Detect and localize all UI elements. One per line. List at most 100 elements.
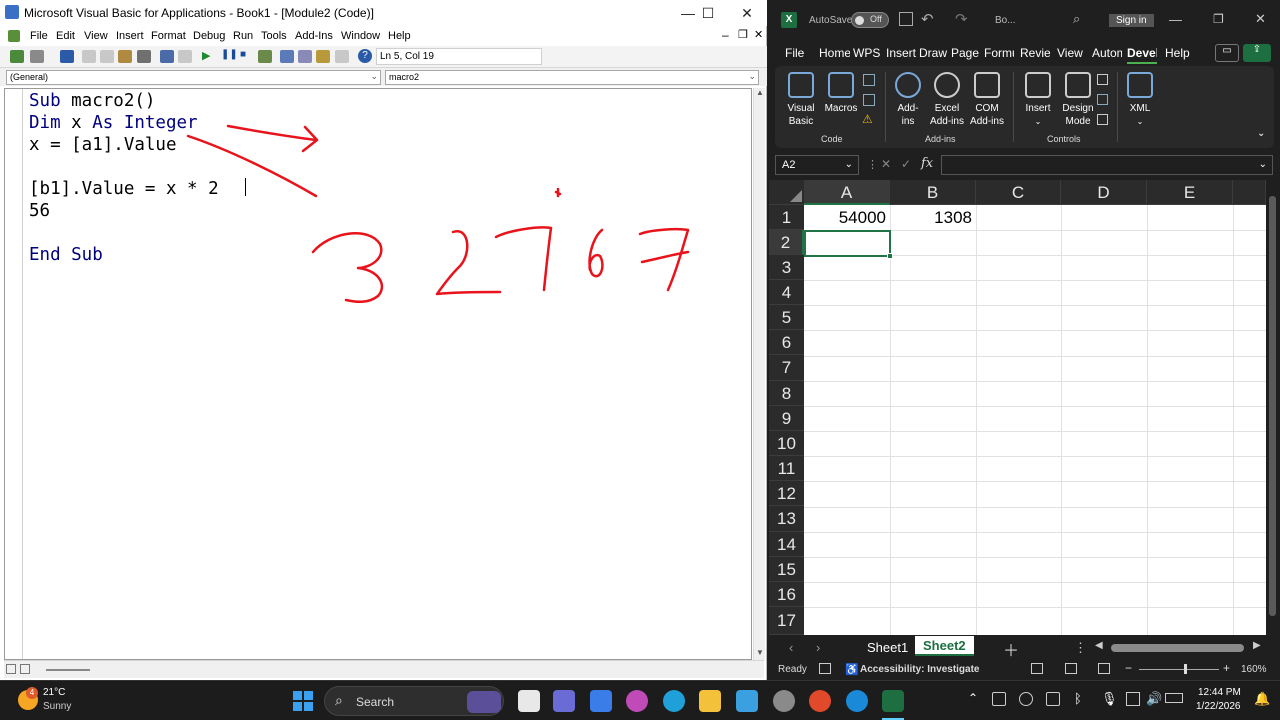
paste-icon[interactable] <box>118 50 132 63</box>
vertical-scrollbar[interactable]: ▲ ▼ <box>753 88 765 660</box>
run-dialog-icon[interactable] <box>1097 114 1108 125</box>
close-icon[interactable]: ✕ <box>1255 11 1266 27</box>
properties-window-icon[interactable] <box>298 50 312 63</box>
notification-bell-icon[interactable]: 🔔 <box>1254 691 1270 707</box>
minimize-icon[interactable]: — <box>1169 12 1182 27</box>
restore-icon[interactable]: ❐ <box>1213 12 1224 26</box>
menu-debug[interactable]: Debug <box>193 30 225 42</box>
column-header-e[interactable]: E <box>1147 180 1233 205</box>
cell-b1[interactable]: 1308 <box>892 208 972 228</box>
clock-time[interactable]: 12:44 PM <box>1198 687 1241 698</box>
menu-file[interactable]: File <box>30 30 48 42</box>
menu-window[interactable]: Window <box>341 30 380 42</box>
next-sheet-icon[interactable]: › <box>816 640 820 655</box>
menu-view[interactable]: View <box>84 30 108 42</box>
meet-now-icon[interactable] <box>1019 692 1033 706</box>
page-layout-view-icon[interactable] <box>1065 663 1077 674</box>
edge-icon[interactable] <box>663 690 685 712</box>
tab-help[interactable]: Help <box>1165 46 1190 60</box>
macro-security-icon[interactable]: ⚠ <box>862 112 873 126</box>
select-all-corner[interactable] <box>769 180 804 205</box>
autosave-toggle[interactable]: Off <box>851 12 889 28</box>
name-box[interactable]: A2 ⌄ <box>775 155 859 175</box>
zoom-level[interactable]: 160% <box>1241 664 1267 675</box>
visual-basic-button[interactable]: Visual Basic <box>781 72 821 128</box>
break-icon[interactable]: ❚❚ <box>221 49 238 60</box>
properties-icon[interactable] <box>1097 74 1108 85</box>
scroll-up-icon[interactable]: ▲ <box>756 88 764 97</box>
sheet-tab-sheet2[interactable]: Sheet2 <box>915 636 974 656</box>
relative-references-icon[interactable] <box>863 94 875 106</box>
row-header-16[interactable]: 16 <box>769 582 804 607</box>
confirm-entry-icon[interactable]: ✓ <box>901 157 911 171</box>
sync-icon[interactable] <box>1046 692 1060 706</box>
save-icon[interactable] <box>60 50 74 63</box>
menu-edit[interactable]: Edit <box>56 30 75 42</box>
meet-app-icon[interactable] <box>846 690 868 712</box>
microsoft-store-icon[interactable] <box>590 690 612 712</box>
row-header-6[interactable]: 6 <box>769 330 804 355</box>
mdi-minimize-icon[interactable]: – <box>722 28 729 42</box>
zoom-slider-thumb[interactable] <box>1184 664 1187 674</box>
copy-icon[interactable] <box>100 50 114 63</box>
battery-icon[interactable] <box>1165 693 1183 703</box>
maximize-button[interactable]: ☐ <box>688 0 728 26</box>
design-mode-icon[interactable] <box>258 50 272 63</box>
cell-area[interactable]: 54000 1308 <box>804 205 1266 635</box>
cancel-entry-icon[interactable]: ✕ <box>881 157 891 171</box>
page-break-preview-icon[interactable] <box>1098 663 1110 674</box>
code-line-8[interactable]: End Sub <box>29 245 103 265</box>
cell-a1[interactable]: 54000 <box>806 208 886 228</box>
run-icon[interactable]: ▶ <box>202 49 210 62</box>
weather-temperature[interactable]: 21°C <box>43 687 65 698</box>
macros-button[interactable]: Macros <box>821 72 861 115</box>
tab-view[interactable]: View <box>1057 46 1083 60</box>
code-line-3[interactable]: x = [a1].Value <box>29 135 177 155</box>
xml-button[interactable]: XML ⌄ <box>1125 72 1155 128</box>
column-header-b[interactable]: B <box>890 180 976 205</box>
row-header-14[interactable]: 14 <box>769 532 804 557</box>
code-margin-indicator-bar[interactable] <box>5 89 23 659</box>
weather-description[interactable]: Sunny <box>43 701 71 712</box>
tab-file[interactable]: File <box>785 46 804 60</box>
object-dropdown[interactable]: (General) ⌄ <box>6 70 381 85</box>
view-code-icon[interactable] <box>1097 94 1108 105</box>
sign-in-button[interactable]: Sign in <box>1109 14 1154 27</box>
menu-format[interactable]: Format <box>151 30 186 42</box>
record-macro-icon[interactable] <box>863 74 875 86</box>
volume-icon[interactable]: 🔊 <box>1146 691 1162 707</box>
design-mode-button[interactable]: Design Mode <box>1059 72 1097 128</box>
mdi-restore-icon[interactable]: ❐ <box>738 28 748 41</box>
tab-developer[interactable]: Devel <box>1127 46 1157 64</box>
normal-view-icon[interactable] <box>1031 663 1043 674</box>
tab-insert[interactable]: Insert <box>886 46 916 60</box>
row-header-17[interactable]: 17 <box>769 607 804 635</box>
scroll-thumb[interactable] <box>46 669 90 671</box>
tab-draw[interactable]: Draw <box>919 46 947 60</box>
column-header-a[interactable]: A <box>804 180 890 205</box>
com-add-ins-button[interactable]: COM Add-ins <box>967 72 1007 128</box>
procedure-dropdown[interactable]: macro2 ⌄ <box>385 70 759 85</box>
excel-taskbar-icon[interactable] <box>882 690 904 712</box>
row-header-9[interactable]: 9 <box>769 406 804 431</box>
view-excel-icon[interactable] <box>10 50 24 63</box>
zoom-in-icon[interactable]: + <box>1223 661 1230 675</box>
task-view-icon[interactable] <box>518 690 540 712</box>
clock-date[interactable]: 1/22/2026 <box>1196 701 1241 712</box>
row-header-8[interactable]: 8 <box>769 381 804 406</box>
tray-app-icon[interactable] <box>992 692 1006 706</box>
code-line-2[interactable]: Dim x As Integer <box>29 113 198 133</box>
undo-icon[interactable]: ↶ <box>921 10 934 28</box>
taskbar-search-box[interactable]: ⌕ Search <box>324 686 504 716</box>
code-editor[interactable]: Sub macro2() Dim x As Integer x = [a1].V… <box>4 88 752 660</box>
settings-gear-icon[interactable] <box>773 690 795 712</box>
sheet-vertical-scrollbar[interactable] <box>1266 180 1280 635</box>
excel-add-ins-button[interactable]: Excel Add-ins <box>927 72 967 128</box>
fill-handle[interactable] <box>887 253 893 259</box>
collapse-ribbon-icon[interactable]: ⌄ <box>1257 128 1265 139</box>
row-header-15[interactable]: 15 <box>769 557 804 582</box>
show-hidden-icons[interactable]: ⌃ <box>968 691 978 705</box>
code-line-6[interactable]: 56 <box>29 201 50 221</box>
pdf-app-icon[interactable] <box>809 690 831 712</box>
redo-icon[interactable] <box>178 50 192 63</box>
